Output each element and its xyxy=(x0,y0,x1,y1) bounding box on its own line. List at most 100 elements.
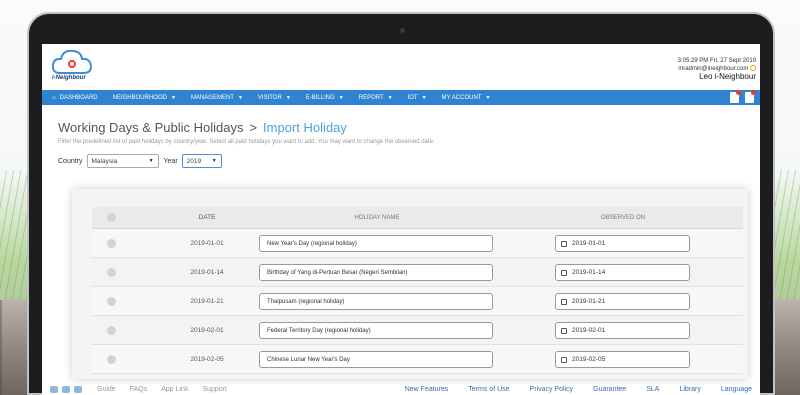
nav-item-neighbourhood[interactable]: NEIGHBOURHOOD ▼ xyxy=(113,95,176,101)
nav-label: MANAGEMENT xyxy=(190,94,234,101)
calendar-icon xyxy=(561,269,567,276)
year-label: Year xyxy=(163,157,178,165)
home-icon: ⌂ xyxy=(52,94,56,101)
nav-label: E-BILLING xyxy=(305,94,335,101)
select-all-radio[interactable] xyxy=(107,213,116,222)
calendar-icon xyxy=(561,240,567,247)
nav-item-iot[interactable]: IOT ▼ xyxy=(408,95,427,101)
footer-link-support[interactable]: Support xyxy=(202,386,227,393)
footer-link-guarantee[interactable]: Guarantee xyxy=(593,386,626,393)
user-info: 3:05:29 PM Fri, 27 Sept 2019 mradmin@ine… xyxy=(678,57,756,81)
holiday-name-input[interactable]: Birthday of Yang di-Pertuan Besar (Neger… xyxy=(259,264,493,281)
nav-item-my-account[interactable]: MY ACCOUNT ▼ xyxy=(442,95,491,101)
nav-item-dashboard[interactable]: ⌂ DASHBOARD xyxy=(52,95,98,101)
holiday-date: 2019-02-01 xyxy=(190,327,224,334)
breadcrumb-current: Import Holiday xyxy=(263,120,347,135)
calendar-icon xyxy=(561,327,567,334)
observed-date-value: 2019-01-21 xyxy=(572,298,606,305)
footer-link-app-link[interactable]: App Link xyxy=(161,386,188,393)
observed-date-value: 2019-01-01 xyxy=(572,240,606,247)
observed-date-value: 2019-02-05 xyxy=(572,356,606,363)
footer-link-guide[interactable]: Guide xyxy=(97,386,116,393)
footer: Guide FAQs App Link Support New Features… xyxy=(42,384,760,395)
footer-left-links: Guide FAQs App Link Support xyxy=(97,386,227,393)
column-header-holiday-name: HOLIDAY NAME xyxy=(354,214,400,221)
current-datetime: 3:05:29 PM Fri, 27 Sept 2019 xyxy=(677,58,756,64)
table-row: 2019-02-05 Chinese Lunar New Year's Day … xyxy=(92,345,743,374)
alerts-icon[interactable] xyxy=(745,90,756,103)
nav-item-visitor[interactable]: VISITOR ▼ xyxy=(258,95,291,101)
nav-label: DASHBOARD xyxy=(59,94,98,101)
footer-right-links: New Features Terms of Use Privacy Policy… xyxy=(405,386,752,393)
page-title: Working Days & Public Holidays > Import Ho… xyxy=(58,120,347,135)
caret-down-icon: ▼ xyxy=(485,94,491,101)
holiday-name-input[interactable]: New Year's Day (regional holiday) xyxy=(259,235,493,252)
footer-logos xyxy=(50,386,82,393)
footer-link-faqs[interactable]: FAQs xyxy=(130,386,148,393)
holiday-table: DATE HOLIDAY NAME OBSERVED ON 2019-01-01… xyxy=(92,207,743,374)
nav-label: VISITOR xyxy=(257,94,282,101)
nav-item-report[interactable]: REPORT ▼ xyxy=(359,95,393,101)
caret-down-icon: ▼ xyxy=(148,158,154,164)
footer-link-terms[interactable]: Terms of Use xyxy=(468,386,509,393)
main-nav: ⌂ DASHBOARD NEIGHBOURHOOD ▼ MANAGEMENT ▼ V… xyxy=(42,90,760,105)
cloud-icon[interactable] xyxy=(74,386,82,393)
lock-icon[interactable] xyxy=(750,65,756,72)
footer-link-privacy[interactable]: Privacy Policy xyxy=(530,386,574,393)
calendar-icon xyxy=(561,298,567,305)
observed-date-value: 2019-01-14 xyxy=(572,269,606,276)
app-logo[interactable] xyxy=(50,47,110,87)
android-icon[interactable] xyxy=(50,386,58,393)
caret-down-icon: ▼ xyxy=(211,158,217,164)
caret-down-icon: ▼ xyxy=(170,94,176,101)
caret-down-icon: ▼ xyxy=(338,94,344,101)
observed-date-input[interactable]: 2019-02-05 xyxy=(555,351,690,368)
row-select-radio[interactable] xyxy=(107,297,116,306)
nav-right-icons xyxy=(730,90,756,103)
user-name[interactable]: Leo i-Neighbour xyxy=(678,73,756,81)
laptop-frame: i-Neighbour 3:05:29 PM Fri, 27 Sept 2019… xyxy=(27,12,775,395)
row-select-radio[interactable] xyxy=(107,326,116,335)
apple-icon[interactable] xyxy=(62,386,70,393)
cloud-logo-icon xyxy=(51,49,93,74)
country-select[interactable]: Malaysia ▼ xyxy=(86,154,159,168)
calendar-icon xyxy=(561,356,567,363)
holiday-table-panel: DATE HOLIDAY NAME OBSERVED ON 2019-01-01… xyxy=(72,189,748,379)
caret-down-icon: ▼ xyxy=(421,94,427,101)
holiday-date: 2019-01-01 xyxy=(190,240,224,247)
notification-dot xyxy=(736,90,741,95)
observed-date-input[interactable]: 2019-02-01 xyxy=(555,322,690,339)
nav-item-ebilling[interactable]: E-BILLING ▼ xyxy=(306,95,344,101)
footer-link-new-features[interactable]: New Features xyxy=(405,386,449,393)
nav-label: REPORT xyxy=(358,94,384,101)
notes-icon[interactable] xyxy=(730,90,741,103)
row-select-radio[interactable] xyxy=(107,268,116,277)
breadcrumb-parent[interactable]: Working Days & Public Holidays xyxy=(58,120,243,135)
table-row: 2019-01-21 Thaipusam (regional holiday) … xyxy=(92,287,743,316)
observed-date-input[interactable]: 2019-01-21 xyxy=(555,293,690,310)
year-select[interactable]: 2019 ▼ xyxy=(181,154,222,168)
footer-link-sla[interactable]: SLA xyxy=(646,386,659,393)
year-value: 2019 xyxy=(186,157,202,165)
holiday-name-input[interactable]: Chinese Lunar New Year's Day xyxy=(259,351,493,368)
row-select-radio[interactable] xyxy=(107,355,116,364)
observed-date-input[interactable]: 2019-01-01 xyxy=(555,235,690,252)
footer-link-language[interactable]: Language xyxy=(721,386,752,393)
holiday-date: 2019-01-14 xyxy=(190,269,224,276)
caret-down-icon: ▼ xyxy=(237,94,243,101)
observed-date-input[interactable]: 2019-01-14 xyxy=(555,264,690,281)
holiday-name-input[interactable]: Thaipusam (regional holiday) xyxy=(259,293,493,310)
breadcrumb-separator: > xyxy=(249,120,258,135)
holiday-date: 2019-01-21 xyxy=(190,298,224,305)
table-row: 2019-01-01 New Year's Day (regional holi… xyxy=(92,229,743,258)
table-row: 2019-01-14 Birthday of Yang di-Pertuan B… xyxy=(92,258,743,287)
holiday-name-input[interactable]: Federal Territory Day (regional holiday) xyxy=(259,322,493,339)
top-header: i-Neighbour 3:05:29 PM Fri, 27 Sept 2019… xyxy=(42,44,760,89)
country-value: Malaysia xyxy=(91,157,118,165)
app-screen: i-Neighbour 3:05:29 PM Fri, 27 Sept 2019… xyxy=(42,44,760,395)
holiday-date: 2019-02-05 xyxy=(190,356,224,363)
column-header-date: DATE xyxy=(198,214,216,221)
row-select-radio[interactable] xyxy=(107,239,116,248)
nav-item-management[interactable]: MANAGEMENT ▼ xyxy=(191,95,243,101)
footer-link-library[interactable]: Library xyxy=(679,386,700,393)
